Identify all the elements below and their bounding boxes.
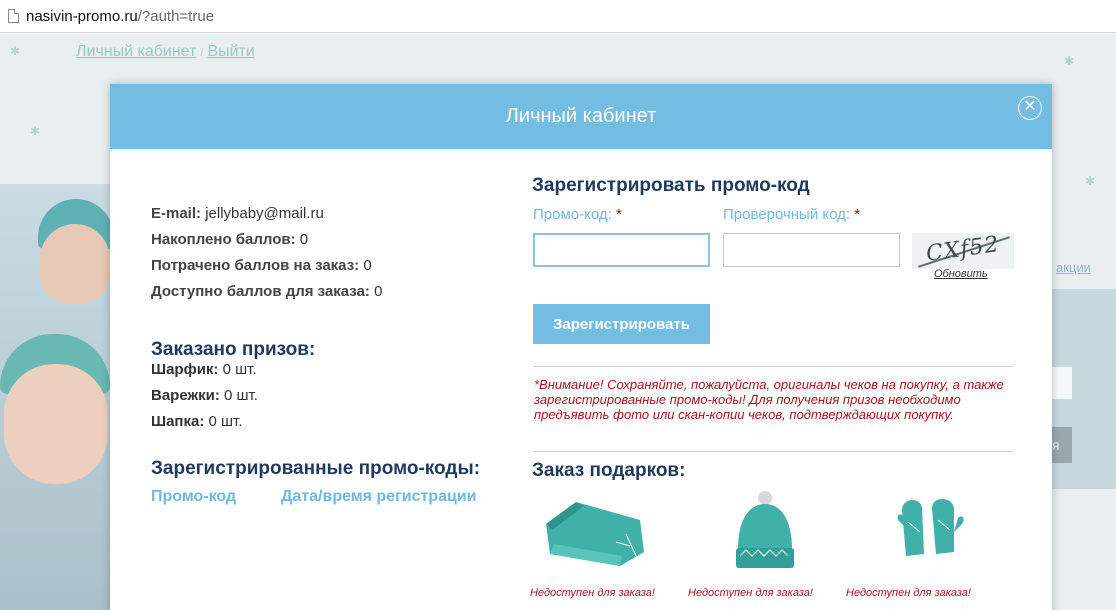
- warning-text: *Внимание! Сохраняйте, пожалуйста, ориги…: [534, 377, 1004, 422]
- prize-label: Шарфик:: [151, 361, 219, 378]
- account-info: E-mail: jellybaby@mail.ru Накоплено балл…: [151, 206, 511, 310]
- promo-code-label: Промо-код: *: [533, 206, 622, 223]
- required-mark: *: [854, 206, 861, 223]
- account-modal: Личный кабинет ✕ E-mail: jellybaby@mail.…: [110, 84, 1052, 610]
- top-link-logout[interactable]: Выйти: [207, 43, 254, 60]
- promo-code-input[interactable]: [533, 233, 710, 267]
- browser-address-bar[interactable]: nasivin-promo.ru/?auth=true: [0, 0, 1116, 33]
- email-label: E-mail:: [151, 205, 202, 222]
- url-path: /?auth=true: [137, 8, 215, 25]
- points-available-value: 0: [374, 283, 383, 300]
- mittens-icon[interactable]: [896, 492, 966, 572]
- gift-unavailable-note: Недоступен для заказа!: [688, 587, 813, 599]
- registered-codes-heading: Зарегистрированные промо-коды:: [151, 458, 481, 479]
- snowflake-icon: ✱: [1085, 174, 1096, 188]
- prizes-list: Шарфик: 0 шт. Варежки: 0 шт. Шапка: 0 шт…: [151, 362, 258, 440]
- modal-header: Личный кабинет ✕: [110, 84, 1052, 149]
- prize-label: Варежки:: [151, 387, 220, 404]
- check-code-label: Проверочный код: *: [723, 206, 860, 223]
- order-heading: Заказ подарков:: [532, 460, 686, 481]
- captcha-refresh-link[interactable]: Обновить: [934, 268, 988, 280]
- gift-unavailable-note: Недоступен для заказа!: [846, 587, 971, 599]
- prize-count: 0 шт.: [224, 387, 258, 404]
- divider: [533, 366, 1013, 367]
- snowflake-icon: ✱: [30, 124, 41, 138]
- register-button[interactable]: Зарегистрировать: [533, 304, 710, 344]
- email-value: jellybaby@mail.ru: [205, 205, 324, 222]
- promo-code-label-text: Промо-код:: [533, 206, 612, 223]
- snowflake-icon: ✱: [10, 44, 21, 58]
- gift-unavailable-note: Недоступен для заказа!: [530, 587, 655, 599]
- background-link: акции: [1056, 260, 1091, 275]
- points-earned-label: Накоплено баллов:: [151, 231, 296, 248]
- snowflake-icon: ✱: [1064, 54, 1075, 68]
- prize-scarf-row: Шарфик: 0 шт.: [151, 362, 258, 378]
- scarf-icon[interactable]: [540, 494, 650, 574]
- register-heading: Зарегистрировать промо-код: [532, 175, 810, 196]
- top-links: Личный кабинет / Выйти: [76, 43, 255, 61]
- points-spent-label: Потрачено баллов на заказ:: [151, 257, 360, 274]
- top-link-account[interactable]: Личный кабинет: [76, 43, 196, 60]
- points-earned-value: 0: [299, 231, 309, 248]
- prize-mittens-row: Варежки: 0 шт.: [151, 388, 258, 404]
- codes-column-date[interactable]: Дата/время регистрации: [281, 488, 476, 506]
- points-earned-row: Накоплено баллов: 0: [151, 232, 511, 248]
- captcha-image: CXf52: [912, 233, 1014, 269]
- page-icon: [8, 9, 19, 23]
- prizes-heading: Заказано призов:: [151, 339, 316, 360]
- background-button: я: [1052, 427, 1072, 463]
- url-text[interactable]: nasivin-promo.ru/?auth=true: [26, 8, 214, 25]
- prize-label: Шапка:: [151, 413, 205, 430]
- prize-count: 0 шт.: [222, 361, 257, 378]
- check-code-label-text: Проверочный код:: [723, 206, 851, 223]
- background-face-shape-2: [4, 364, 108, 484]
- codes-column-code[interactable]: Промо-код: [151, 488, 236, 506]
- points-spent-row: Потрачено баллов на заказ: 0: [151, 258, 511, 274]
- background-input: [1052, 367, 1072, 399]
- check-code-input[interactable]: [723, 233, 900, 267]
- required-mark: *: [615, 206, 622, 223]
- close-icon[interactable]: ✕: [1018, 96, 1042, 120]
- points-available-label: Доступно баллов для заказа:: [151, 283, 370, 300]
- top-link-separator: /: [200, 47, 204, 59]
- hat-icon[interactable]: [730, 490, 800, 576]
- captcha-text: CXf52: [924, 233, 1002, 268]
- url-host: nasivin-promo.ru: [26, 8, 138, 25]
- prize-count: 0 шт.: [208, 413, 243, 430]
- points-spent-value: 0: [363, 257, 372, 274]
- background-face-shape: [40, 224, 110, 304]
- prize-hat-row: Шапка: 0 шт.: [151, 414, 258, 430]
- email-row: E-mail: jellybaby@mail.ru: [151, 206, 511, 222]
- divider: [533, 451, 1013, 452]
- points-available-row: Доступно баллов для заказа: 0: [151, 284, 511, 300]
- modal-title: Личный кабинет: [505, 105, 657, 127]
